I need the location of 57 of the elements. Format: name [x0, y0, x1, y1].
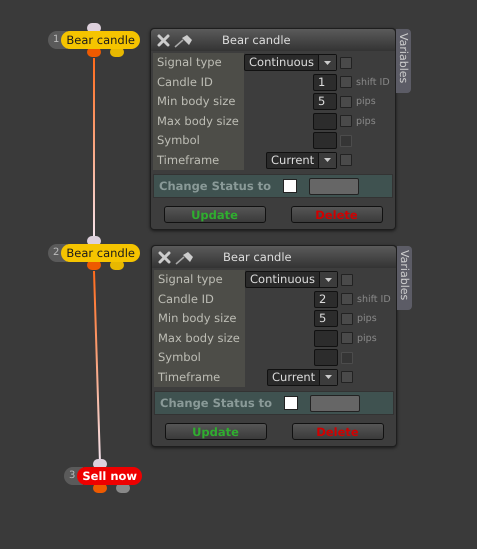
field-label: Max body size: [157, 330, 241, 346]
input-field[interactable]: [313, 112, 337, 130]
field-label: Min body size: [156, 93, 236, 110]
input-field[interactable]: 1: [313, 74, 337, 91]
field-label: Symbol: [156, 132, 201, 149]
dropdown[interactable]: Current: [266, 152, 337, 169]
panel-title: Bear candle: [222, 33, 291, 47]
checkbox[interactable]: [340, 154, 352, 166]
close-icon[interactable]: [158, 250, 171, 264]
checkbox[interactable]: [340, 96, 352, 108]
status-field[interactable]: [309, 178, 360, 194]
input-field[interactable]: [314, 330, 338, 347]
checkbox[interactable]: [341, 371, 353, 384]
field-label: Candle ID: [157, 290, 215, 308]
unit-label: pips: [356, 116, 377, 127]
checkbox[interactable]: [341, 312, 353, 325]
variables-tab[interactable]: Variables: [396, 29, 411, 93]
status-label: Change Status to: [159, 179, 272, 193]
dropdown[interactable]: Continuous: [245, 271, 338, 288]
checkbox[interactable]: [341, 293, 353, 306]
caret-icon: [325, 375, 332, 380]
checkbox[interactable]: [284, 396, 298, 410]
caret-icon: [324, 158, 331, 162]
checkbox[interactable]: [340, 115, 352, 128]
checkbox[interactable]: [341, 274, 353, 286]
checkbox[interactable]: [340, 76, 352, 88]
input-field[interactable]: 5: [313, 93, 337, 110]
checkbox[interactable]: [340, 56, 352, 69]
field-label: Timeframe: [156, 152, 220, 168]
unit-label: pips: [357, 332, 378, 344]
field-label: Max body size: [156, 112, 240, 130]
status-field[interactable]: [310, 394, 360, 412]
dropdown[interactable]: Continuous: [244, 54, 337, 72]
field-label: Candle ID: [156, 74, 214, 90]
input-field[interactable]: [313, 132, 337, 150]
field-label: Symbol: [157, 349, 202, 366]
close-icon[interactable]: [157, 34, 170, 46]
input-field[interactable]: 5: [314, 310, 338, 328]
panel-title: Bear candle: [223, 250, 292, 264]
condition-node[interactable]: Bear candle: [61, 31, 140, 49]
field-label: Signal type: [157, 271, 224, 288]
variables-tab[interactable]: Variables: [397, 246, 412, 310]
unit-label: pips: [356, 96, 377, 108]
field-label: Timeframe: [157, 368, 222, 386]
condition-node[interactable]: Bear candle: [61, 244, 140, 262]
caret-icon: [324, 60, 331, 65]
field-label: Signal type: [156, 54, 223, 71]
input-field[interactable]: [314, 349, 338, 366]
status-label: Change Status to: [160, 396, 272, 410]
action-node[interactable]: Sell now: [77, 467, 142, 485]
caret-icon: [325, 278, 332, 282]
dropdown[interactable]: Current: [267, 368, 338, 386]
field-label: Min body size: [157, 310, 238, 327]
unit-label: pips: [357, 313, 378, 324]
checkbox[interactable]: [341, 332, 353, 344]
checkbox[interactable]: [283, 179, 298, 193]
input-field[interactable]: 2: [314, 290, 338, 308]
